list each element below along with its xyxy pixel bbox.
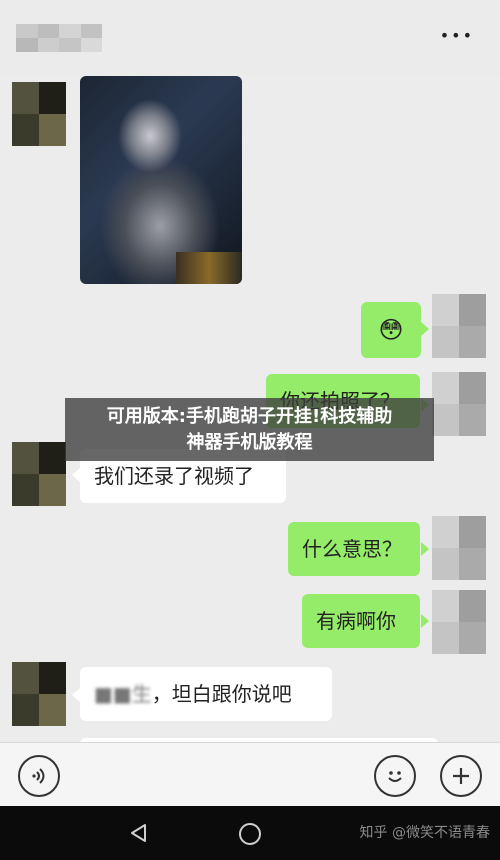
- contact-avatar[interactable]: [12, 82, 66, 146]
- more-dots-icon[interactable]: •••: [440, 26, 474, 45]
- back-triangle-icon[interactable]: [128, 822, 150, 848]
- watermark: 知乎 @微笑不语青春: [359, 825, 490, 841]
- chat-photo[interactable]: [80, 76, 242, 284]
- bubble-tail: [72, 688, 80, 702]
- message-bubble-text[interactable]: ■■生 ，坦白跟你说吧: [80, 667, 332, 721]
- bubble-tail: [421, 614, 429, 628]
- message-bubble-emoji[interactable]: 😳: [361, 302, 421, 358]
- plus-icon[interactable]: [440, 755, 482, 797]
- caption-line-1: 可用版本:手机跑胡子开挂!科技辅助: [106, 405, 393, 427]
- voice-icon[interactable]: [18, 755, 60, 797]
- contact-avatar[interactable]: [12, 662, 66, 726]
- my-avatar[interactable]: [432, 294, 486, 358]
- caption-overlay: 可用版本:手机跑胡子开挂!科技辅助 神器手机版教程: [65, 398, 434, 461]
- message-bubble-text[interactable]: 什么意思？: [288, 522, 420, 576]
- flushed-face-icon: 😳: [378, 316, 404, 344]
- message-text: ，坦白跟你说吧: [151, 682, 292, 706]
- caption-line-2: 神器手机版教程: [186, 431, 313, 453]
- my-avatar[interactable]: [432, 590, 486, 654]
- message-text: 有病啊你: [316, 609, 396, 633]
- input-bar: [0, 742, 500, 807]
- bubble-tail: [421, 322, 429, 336]
- my-avatar[interactable]: [432, 372, 486, 436]
- blurred-name: ■■生: [94, 682, 152, 706]
- my-avatar[interactable]: [432, 516, 486, 580]
- bubble-tail: [421, 542, 429, 556]
- bubble-tail: [72, 468, 80, 482]
- chat-header: •••: [0, 0, 500, 76]
- message-bubble-text[interactable]: 有病啊你: [302, 594, 420, 648]
- emoji-face-icon[interactable]: [374, 755, 416, 797]
- home-circle-icon[interactable]: [238, 822, 262, 850]
- blurred-contact-name: [16, 24, 102, 52]
- message-text: 什么意思？: [302, 537, 402, 561]
- message-text: 我们还录了视频了: [94, 464, 254, 488]
- contact-avatar[interactable]: [12, 442, 66, 506]
